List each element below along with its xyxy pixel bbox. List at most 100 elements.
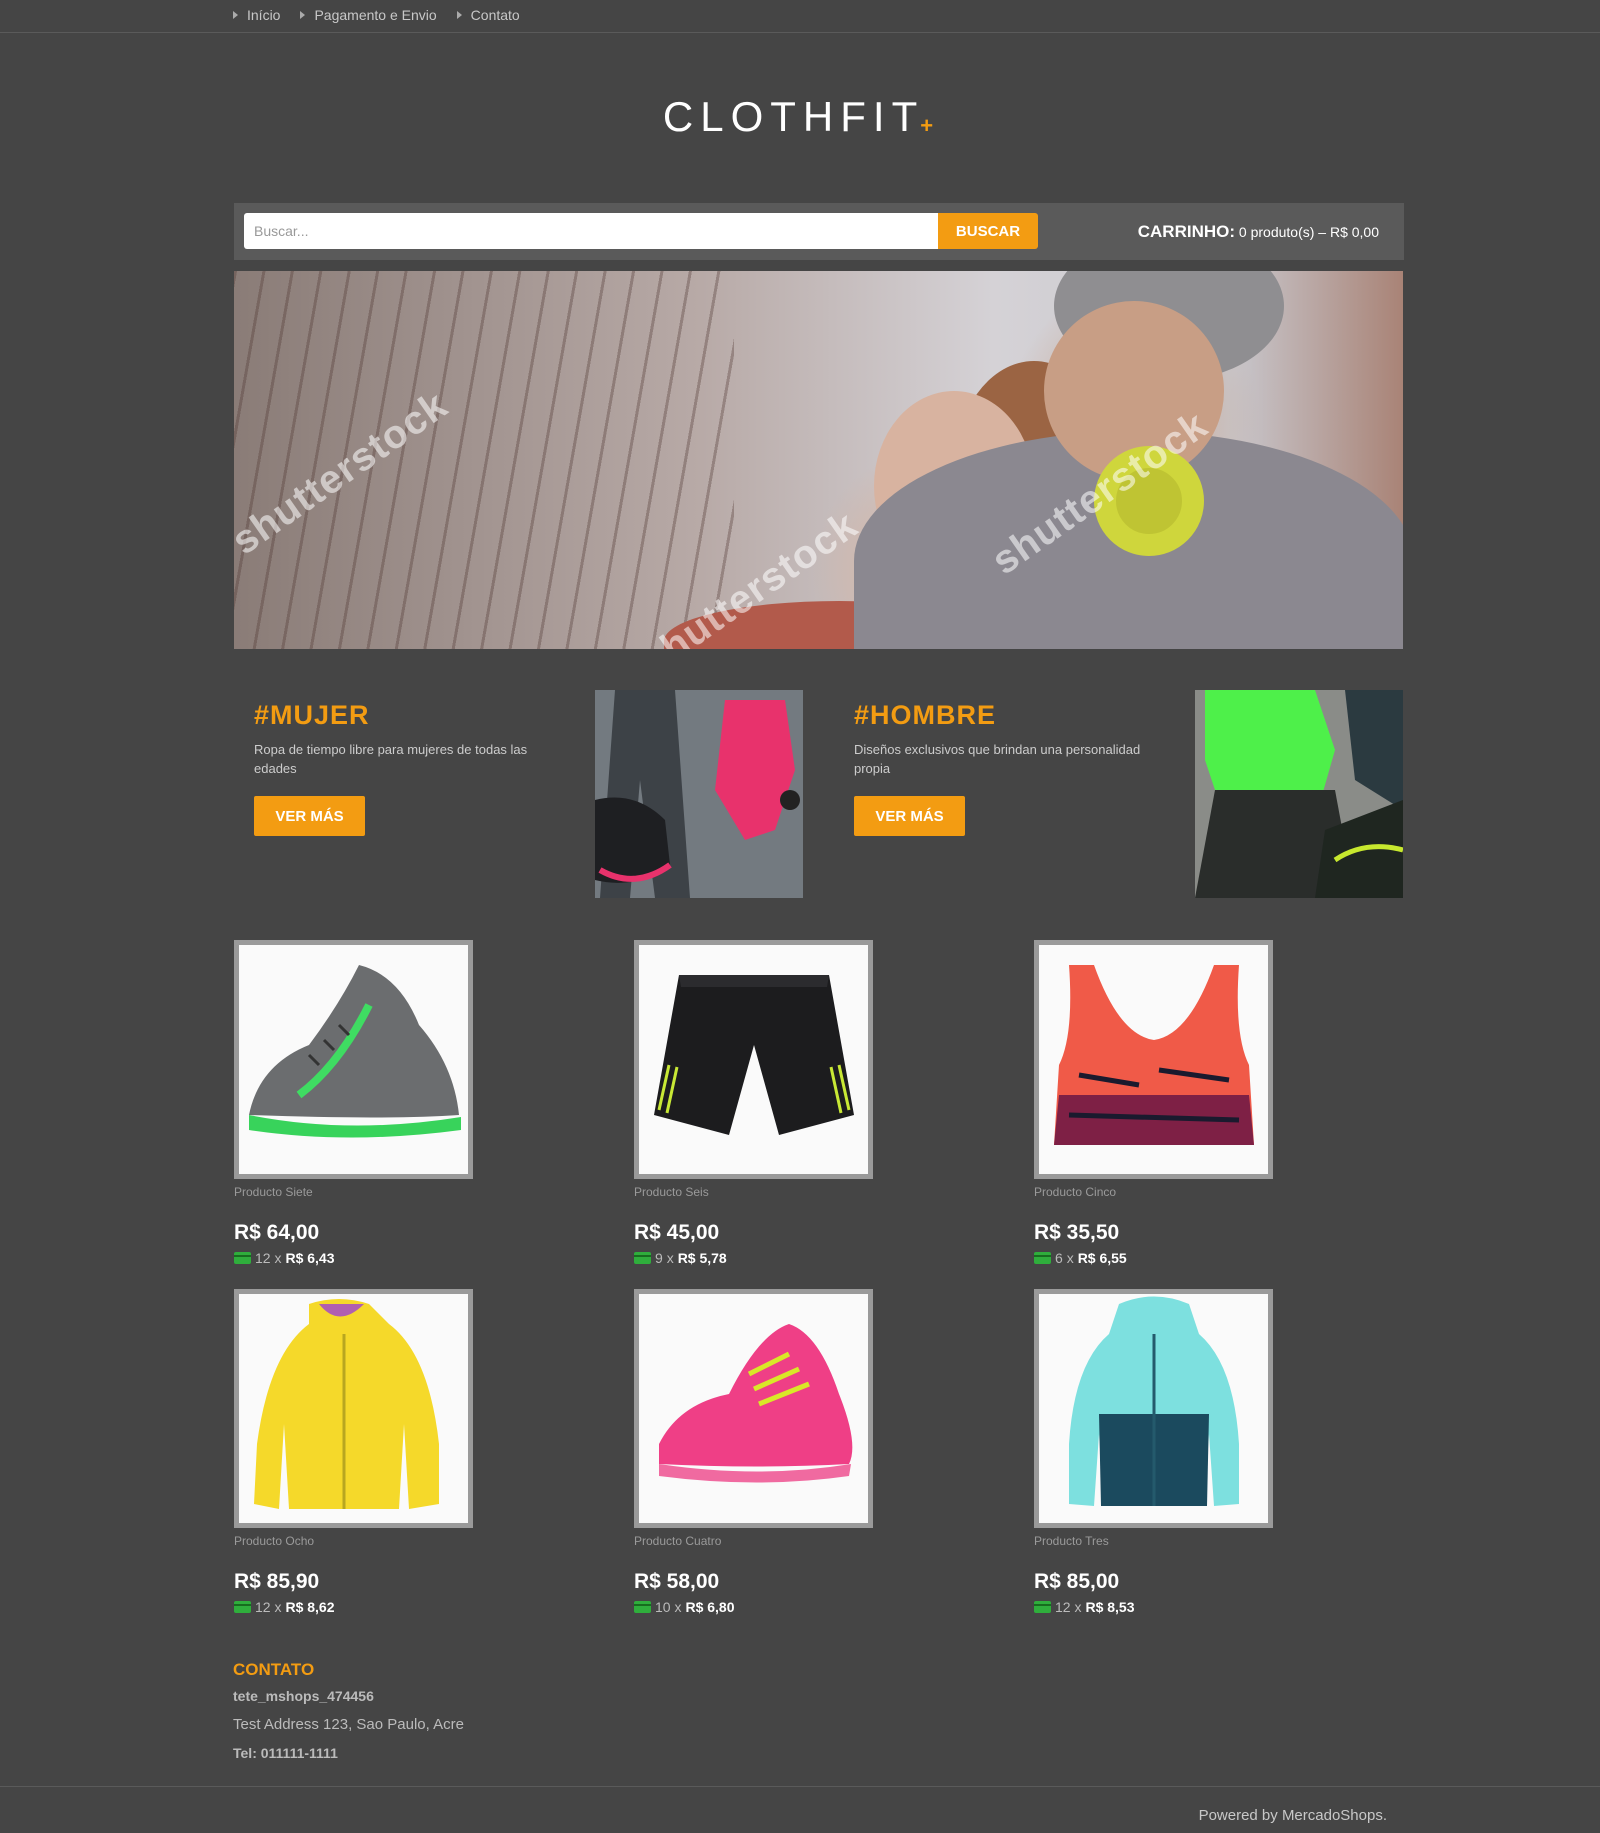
installment-sep: x <box>674 1599 682 1615</box>
installment-value: R$ 8,62 <box>285 1599 335 1615</box>
category-mujer: #MUJER Ropa de tiempo libre para mujeres… <box>233 690 803 898</box>
installment-value: R$ 6,43 <box>285 1250 335 1266</box>
search-bar: BUSCAR CARRINHO: 0 produto(s) – R$ 0,00 <box>234 203 1404 260</box>
ver-mas-button[interactable]: VER MÁS <box>854 796 965 836</box>
category-description: Diseños exclusivos que brindan una perso… <box>854 742 1141 776</box>
hero-trees <box>234 271 734 649</box>
product-card[interactable]: Producto Siete R$ 64,00 12 x R$ 6,43 <box>234 940 494 1266</box>
footer: Powered by MercadoShops. <box>0 1786 1600 1833</box>
installment-sep: x <box>274 1250 282 1266</box>
installments: 10 x R$ 6,80 <box>634 1599 735 1615</box>
logo-text: CLOTHFIT <box>662 93 925 140</box>
pink-sneaker-icon <box>659 1324 853 1483</box>
category-image-mujer[interactable] <box>595 690 803 898</box>
contact-shop-name: tete_mshops_474456 <box>233 1688 374 1704</box>
caret-right-icon <box>456 11 462 19</box>
installment-count: 12 <box>255 1599 271 1615</box>
category-description: Ropa de tiempo libre para mujeres de tod… <box>254 742 528 776</box>
category-title: #MUJER <box>254 700 370 730</box>
nav-label: Início <box>247 7 281 23</box>
contact-phone: Tel: 011111-1111 <box>233 1745 338 1761</box>
leggings-outfit-icon <box>595 690 803 898</box>
product-card[interactable]: Producto Tres R$ 85,00 12 x R$ 8,53 <box>1034 1289 1294 1615</box>
installments: 9 x R$ 5,78 <box>634 1250 727 1266</box>
category-image-hombre[interactable] <box>1195 690 1403 898</box>
contact-section: CONTATO tete_mshops_474456 Test Address … <box>233 1660 633 1761</box>
product-price: R$ 85,90 <box>234 1570 320 1593</box>
sports-bra-icon <box>1054 965 1254 1145</box>
installment-sep: x <box>1074 1599 1082 1615</box>
installment-sep: x <box>666 1250 674 1266</box>
credit-card-icon <box>634 1601 651 1613</box>
logo-plus-mark: + <box>920 113 934 138</box>
hoodie-icon <box>1069 1296 1239 1506</box>
cart-label: CARRINHO: <box>1137 222 1236 241</box>
ver-mas-button[interactable]: VER MÁS <box>254 796 365 836</box>
product-name[interactable]: Producto Siete <box>234 1185 313 1199</box>
product-card[interactable]: Producto Ocho R$ 85,90 12 x R$ 8,62 <box>234 1289 494 1615</box>
product-image[interactable] <box>234 1289 473 1528</box>
nav-link-inicio[interactable]: Início <box>233 7 280 23</box>
credit-card-icon <box>1034 1252 1051 1264</box>
product-name[interactable]: Producto Ocho <box>234 1534 314 1548</box>
installment-count: 6 <box>1055 1250 1063 1266</box>
installment-value: R$ 6,80 <box>685 1599 735 1615</box>
credit-card-icon <box>1034 1601 1051 1613</box>
product-name[interactable]: Producto Tres <box>1034 1534 1109 1548</box>
installment-count: 10 <box>655 1599 671 1615</box>
installments: 12 x R$ 8,62 <box>234 1599 335 1615</box>
site-logo[interactable]: CLOTHFIT+ <box>0 93 1600 141</box>
nav-link-contato[interactable]: Contato <box>456 7 520 23</box>
contact-address: Test Address 123, Sao Paulo, Acre <box>233 1716 464 1733</box>
product-name[interactable]: Producto Cuatro <box>634 1534 721 1548</box>
product-card[interactable]: Producto Cuatro R$ 58,00 10 x R$ 6,80 <box>634 1289 894 1615</box>
installment-value: R$ 8,53 <box>1085 1599 1135 1615</box>
contact-heading: CONTATO <box>233 1660 315 1679</box>
search-button[interactable]: BUSCAR <box>938 213 1038 249</box>
installment-count: 12 <box>255 1250 271 1266</box>
product-image[interactable] <box>234 940 473 1179</box>
sneaker-gray-icon <box>249 965 461 1138</box>
product-price: R$ 64,00 <box>234 1221 320 1244</box>
cart-summary[interactable]: CARRINHO: 0 produto(s) – R$ 0,00 <box>1138 222 1379 242</box>
product-image[interactable] <box>1034 940 1273 1179</box>
hero-banner[interactable]: shutterstock shutterstock shutterstock <box>234 271 1403 649</box>
page: Início Pagamento e Envio Contato CLOTHFI… <box>0 0 1600 1833</box>
caret-right-icon <box>300 11 306 19</box>
credit-card-icon <box>234 1601 251 1613</box>
product-card[interactable]: Producto Seis R$ 45,00 9 x R$ 5,78 <box>634 940 894 1266</box>
credit-card-icon <box>234 1252 251 1264</box>
sportswear-outfit-icon <box>1195 690 1403 898</box>
installment-sep: x <box>1066 1250 1074 1266</box>
cart-count: 0 produto(s) – R$ 0,00 <box>1238 224 1379 240</box>
product-price: R$ 35,50 <box>1034 1221 1120 1244</box>
product-image[interactable] <box>634 1289 873 1528</box>
product-card[interactable]: Producto Cinco R$ 35,50 6 x R$ 6,55 <box>1034 940 1294 1266</box>
installment-count: 12 <box>1055 1599 1071 1615</box>
nav-label: Contato <box>470 7 520 23</box>
product-image[interactable] <box>634 940 873 1179</box>
installments: 12 x R$ 8,53 <box>1034 1599 1135 1615</box>
product-image[interactable] <box>1034 1289 1273 1528</box>
installment-count: 9 <box>655 1250 663 1266</box>
installments: 12 x R$ 6,43 <box>234 1250 335 1266</box>
yellow-jacket-icon <box>254 1299 439 1509</box>
installments: 6 x R$ 6,55 <box>1034 1250 1127 1266</box>
powered-by-link[interactable]: Powered by MercadoShops. <box>1199 1807 1387 1824</box>
top-nav: Início Pagamento e Envio Contato <box>0 0 1600 33</box>
product-name[interactable]: Producto Seis <box>634 1185 709 1199</box>
caret-right-icon <box>233 11 238 19</box>
credit-card-icon <box>634 1252 651 1264</box>
category-hombre: #HOMBRE Diseños exclusivos que brindan u… <box>833 690 1403 898</box>
installment-sep: x <box>274 1599 282 1615</box>
installment-value: R$ 5,78 <box>677 1250 727 1266</box>
product-price: R$ 45,00 <box>634 1221 720 1244</box>
product-name[interactable]: Producto Cinco <box>1034 1185 1116 1199</box>
shorts-icon <box>654 975 854 1135</box>
product-price: R$ 85,00 <box>1034 1570 1120 1593</box>
nav-link-pagamento[interactable]: Pagamento e Envio <box>300 7 437 23</box>
search-input[interactable] <box>244 213 940 249</box>
product-price: R$ 58,00 <box>634 1570 720 1593</box>
installment-value: R$ 6,55 <box>1077 1250 1127 1266</box>
category-title: #HOMBRE <box>854 700 997 730</box>
